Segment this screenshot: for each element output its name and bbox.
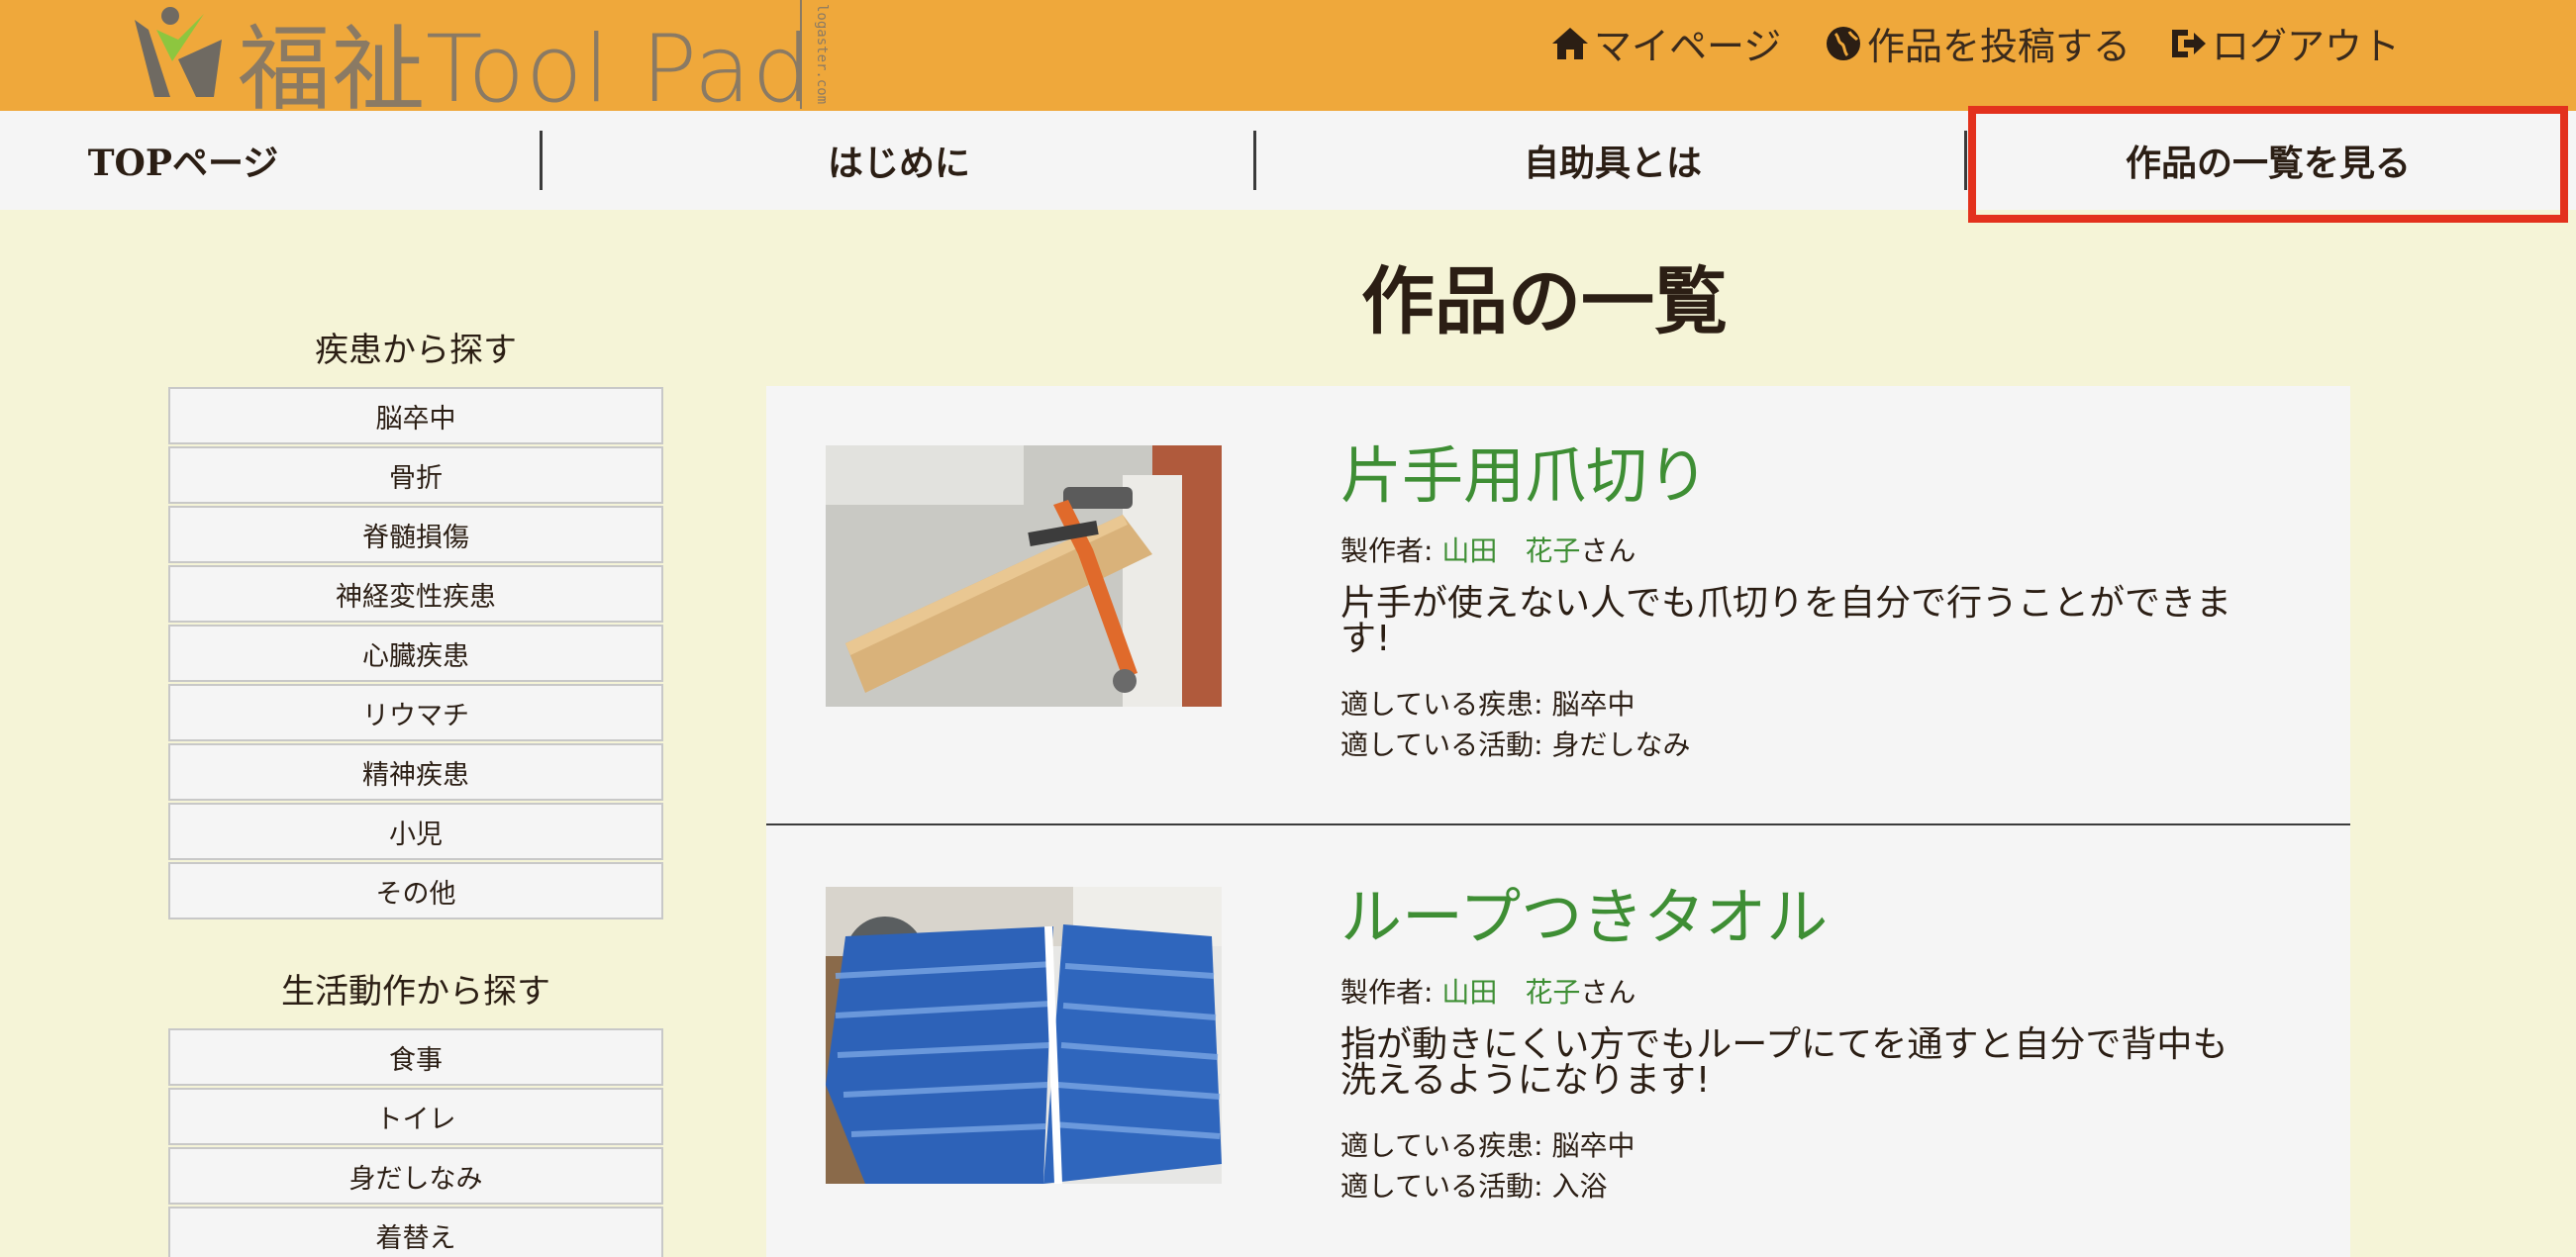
work-thumbnail[interactable] [826,887,1222,1184]
disease-filter-spinal-cord-injury[interactable]: 脊髄損傷 [168,506,663,563]
work-disease: 適している疾患: 脳卒中 [1340,683,1635,723]
disease-filter-heart-disease[interactable]: 心臓疾患 [168,625,663,682]
work-disease: 適している疾患: 脳卒中 [1340,1124,1635,1164]
disease-value: 脳卒中 [1551,1129,1635,1162]
activity-value: 入浴 [1551,1170,1608,1203]
work-title[interactable]: ループつきタオル [1340,867,1828,956]
logo-credit: logaster.com [814,4,830,105]
logo-mark-icon [135,7,222,97]
disease-filter-mental-illness[interactable]: 精神疾患 [168,743,663,801]
work-creator: 製作者: 山田 花子さん [1340,530,1635,569]
activity-filter-toilet[interactable]: トイレ [168,1088,663,1145]
page-title: 作品の一覧 [1361,259,1728,344]
disease-filter-heading: 疾患から探す [315,331,517,370]
activity-filter-grooming[interactable]: 身だしなみ [168,1147,663,1205]
creator-label: 製作者: [1340,976,1434,1009]
creator-suffix: さん [1580,976,1636,1009]
nav-introduction-label: はじめに [827,143,970,184]
globe-icon [1827,26,1860,60]
creator-link[interactable]: 山田 花子 [1441,976,1580,1009]
nav-top-page[interactable]: TOPページ [40,111,327,210]
logout-link-label: ログアウト [2212,25,2401,68]
disease-filter-rheumatism[interactable]: リウマチ [168,684,663,741]
work-description: 指が動きにくい方でもループにてを通すと自分で背中も洗えるようになります! [1340,1024,2229,1101]
logout-link[interactable]: ログアウト [2168,16,2400,70]
nav-about-self-help-tools[interactable]: 自助具とは [1256,111,1969,210]
work-activity: 適している活動: 入浴 [1340,1165,1608,1205]
logo-divider [800,0,802,109]
disease-label: 適している疾患: [1340,688,1543,721]
activity-filter-heading: 生活動作から探す [281,972,550,1012]
disease-filter-other[interactable]: その他 [168,862,663,919]
creator-label: 製作者: [1340,534,1434,567]
activity-label: 適している活動: [1340,728,1543,761]
site-logo[interactable]: 福祉Tool Pad logaster.com [127,0,830,124]
disease-label: 適している疾患: [1340,1129,1543,1162]
nav-introduction[interactable]: はじめに [543,111,1255,210]
nav-view-works[interactable]: 作品の一覧を見る [1968,111,2568,210]
looped-towel-photo [826,887,1222,1184]
work-creator: 製作者: 山田 花子さん [1340,971,1635,1011]
nav-top-page-label: TOPページ [87,143,279,184]
main-navigation: TOPページ はじめに 自助具とは 作品の一覧を見る [0,111,2576,210]
work-thumbnail[interactable] [826,445,1222,707]
disease-filter-neurodegenerative[interactable]: 神経変性疾患 [168,565,663,623]
work-divider [766,823,2350,825]
logo-text: 福祉Tool Pad [238,16,813,124]
nav-view-works-label: 作品の一覧を見る [2125,143,2411,184]
activity-filter-eating[interactable]: 食事 [168,1028,663,1086]
post-work-link-label: 作品を投稿する [1867,25,2131,68]
logout-icon [2172,29,2206,57]
mypage-link[interactable]: マイページ [1550,16,1781,70]
site-header: 福祉Tool Pad logaster.com マイページ 作品を投稿する ログ… [0,0,2576,124]
work-activity: 適している活動: 身だしなみ [1340,724,1691,763]
work-title[interactable]: 片手用爪切り [1340,426,1709,515]
nail-clipper-photo [826,445,1222,707]
creator-suffix: さん [1580,534,1636,567]
disease-filter-fracture[interactable]: 骨折 [168,446,663,504]
post-work-link[interactable]: 作品を投稿する [1824,16,2130,70]
activity-filter-dressing[interactable]: 着替え [168,1207,663,1257]
home-icon [1552,27,1588,59]
disease-filter-pediatric[interactable]: 小児 [168,803,663,860]
nav-separator [1964,131,1967,190]
creator-link[interactable]: 山田 花子 [1441,534,1580,567]
mypage-link-label: マイページ [1594,25,1782,68]
activity-value: 身だしなみ [1551,728,1691,761]
work-description: 片手が使えない人でも爪切りを自分で行うことができます! [1340,583,2232,659]
activity-label: 適している活動: [1340,1170,1543,1203]
nav-about-self-help-tools-label: 自助具とは [1523,143,1702,184]
disease-value: 脳卒中 [1551,688,1635,721]
disease-filter-stroke[interactable]: 脳卒中 [168,387,663,444]
